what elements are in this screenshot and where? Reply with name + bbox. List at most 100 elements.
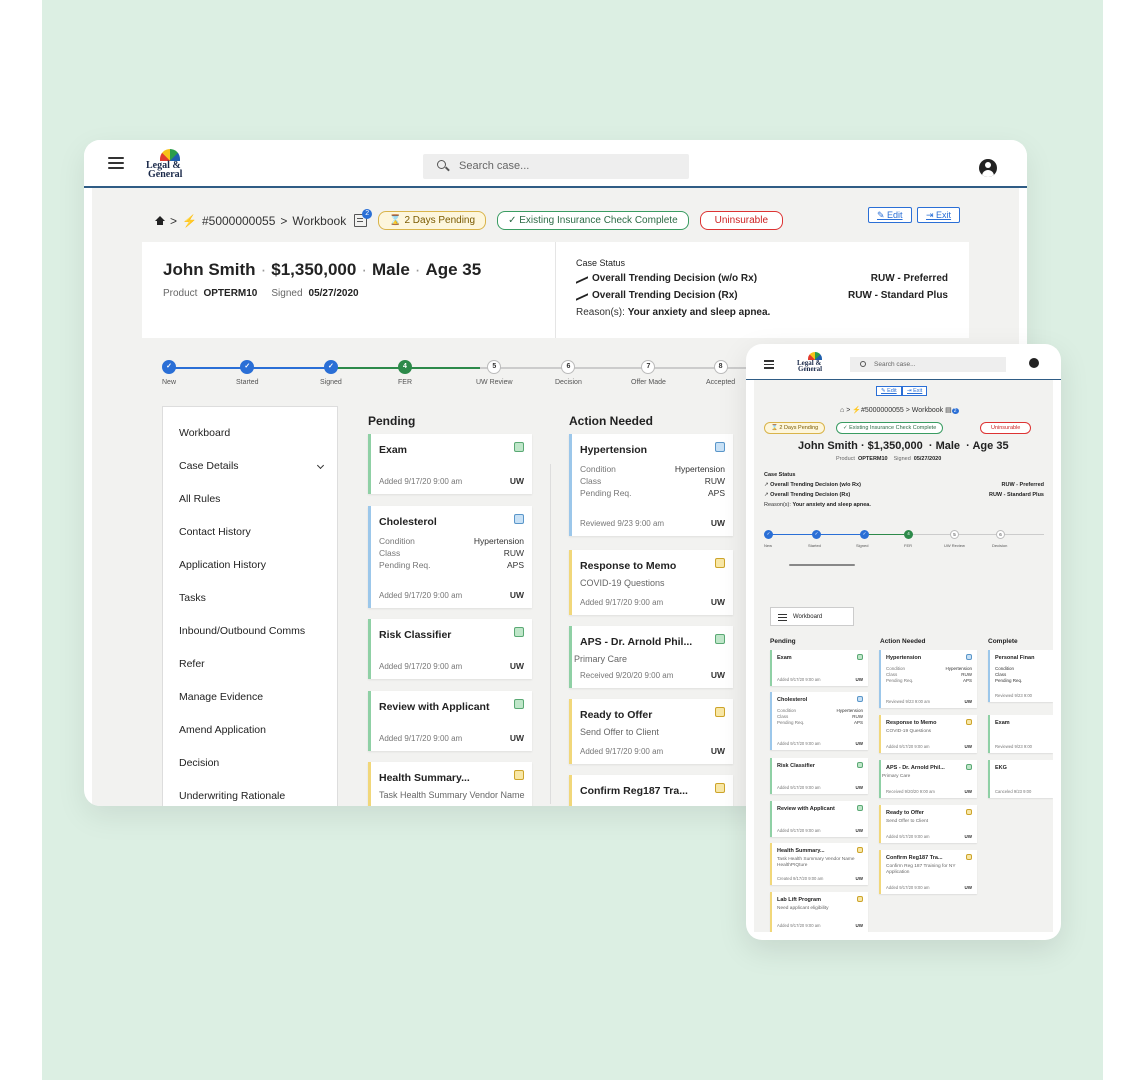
task-card[interactable]: APS - Dr. Arnold Phil... Primary Care Re… (879, 760, 977, 798)
search-input[interactable]: Search case... (850, 357, 1006, 372)
step-offer-made[interactable]: 7 Offer Made (631, 360, 666, 386)
document-icon (514, 442, 524, 452)
search-icon (437, 160, 446, 169)
task-card[interactable]: Response to Memo COVID-19 Questions Adde… (879, 715, 977, 753)
case-status: Case Status Overall Trending Decision (w… (576, 258, 948, 318)
document-icon (966, 764, 972, 770)
task-card[interactable]: Hypertension Condition Hypertension Class… (569, 434, 733, 536)
task-card[interactable]: Cholesterol Condition Hypertension Class R… (368, 506, 532, 608)
complete-column-title: Complete (988, 638, 1018, 645)
breadcrumb-page: Workbook (292, 213, 347, 228)
decision-wo-rx-row: ↗ Overall Trending Decision (w/o Rx) RUW … (764, 482, 1044, 488)
trending-icon (576, 288, 588, 301)
exit-button[interactable]: ⇥ Exit (917, 207, 961, 223)
decision-wo-rx-row: Overall Trending Decision (w/o Rx) RUW - … (576, 271, 948, 284)
sidebar-item-case-details[interactable]: Case Details (163, 450, 337, 483)
decision-rx-row: Overall Trending Decision (Rx) RUW - Stan… (576, 288, 948, 301)
notification-badge: 2 (362, 209, 373, 219)
account-icon[interactable] (979, 159, 997, 177)
document-icon (715, 783, 725, 793)
edit-button[interactable]: ✎ Edit (876, 386, 902, 396)
sidebar-item-tasks[interactable]: Tasks (163, 582, 337, 615)
gavel-icon (514, 514, 524, 524)
step-new[interactable]: ✓ (764, 530, 773, 539)
documents-icon[interactable]: 2 (354, 209, 373, 227)
edit-button[interactable]: ✎ Edit (868, 207, 912, 223)
exit-button[interactable]: ⇥ Exit (902, 386, 928, 396)
gavel-icon (857, 696, 863, 702)
task-card[interactable]: Ready to Offer Send Offer to Client Adde… (879, 805, 977, 843)
task-card[interactable]: Confirm Reg187 Tra... Confirm Reg 187 Tr… (879, 850, 977, 894)
task-card[interactable]: Personal Finan Condition Class Pending R… (988, 650, 1053, 702)
step-new[interactable]: ✓ New (162, 360, 176, 386)
documents-icon[interactable]: ▤ (945, 407, 952, 414)
task-card[interactable]: Confirm Reg187 Tra... (569, 775, 733, 806)
step-connector (904, 534, 1044, 536)
task-card[interactable]: Response to Memo COVID-19 Questions Adde… (569, 550, 733, 615)
chevron-down-icon (316, 461, 325, 470)
document-icon (966, 719, 972, 725)
step-started[interactable]: ✓ (812, 530, 821, 539)
task-card[interactable]: Review with Applicant Added 9/17/20 9:00… (368, 691, 532, 751)
task-card[interactable]: Hypertension Condition Hypertension Class… (879, 650, 977, 708)
insurance-check-chip: ✓ Existing Insurance Check Complete (497, 211, 689, 230)
task-card[interactable]: Exam Added 9/17/20 9:00 am UW (770, 650, 868, 686)
task-card[interactable]: Ready to Offer Send Offer to Client Adde… (569, 699, 733, 764)
step-signed[interactable]: ✓ (860, 530, 869, 539)
uninsurable-chip[interactable]: Uninsurable (980, 422, 1032, 434)
uninsurable-chip[interactable]: Uninsurable (699, 211, 784, 230)
sidebar-item-comms[interactable]: Inbound/Outbound Comms (163, 615, 337, 648)
sidebar-item-amend-application[interactable]: Amend Application (163, 714, 337, 747)
menu-icon[interactable] (108, 157, 124, 169)
menu-icon[interactable] (764, 360, 774, 369)
sidebar-item-contact-history[interactable]: Contact History (163, 516, 337, 549)
case-headline: John Smith · $1,350,000 · Male · Age 35 (798, 440, 1009, 452)
breadcrumb: > ⚡ #5000000055 > Workbook 2 ⌛ 2 Days Pe… (155, 209, 784, 230)
task-card[interactable]: Exam Reviewed 9/23 9:00 (988, 715, 1053, 753)
step-accepted[interactable]: 8 Accepted (706, 360, 735, 386)
task-card[interactable]: Health Summary... Task Health Summary Ve… (770, 843, 868, 885)
account-icon[interactable] (1029, 358, 1039, 368)
document-icon (857, 847, 863, 853)
task-card[interactable]: Health Summary... Task Health Summary Ve… (368, 762, 532, 806)
stepper-scrollbar[interactable] (789, 564, 855, 566)
task-card[interactable]: APS - Dr. Arnold Phil... Primary Care Re… (569, 626, 733, 688)
document-icon (715, 634, 725, 644)
document-icon (514, 699, 524, 709)
step-started[interactable]: ✓ Started (236, 360, 259, 386)
step-signed[interactable]: ✓ Signed (320, 360, 342, 386)
brand-logo[interactable]: Legal & General (144, 149, 184, 181)
task-card[interactable]: Exam Added 9/17/20 9:00 am UW (368, 434, 532, 494)
task-card[interactable]: Risk Classifier Added 9/17/20 9:00 am UW (368, 619, 532, 679)
sidebar-item-workboard[interactable]: Workboard (163, 417, 337, 450)
sidebar-item-application-history[interactable]: Application History (163, 549, 337, 582)
home-icon[interactable]: ⌂ (840, 407, 844, 414)
workboard-dropdown[interactable]: Workboard (770, 607, 854, 626)
step-fer[interactable]: 4 (904, 530, 913, 539)
breadcrumb-case-id[interactable]: #5000000055 (202, 214, 275, 228)
step-decision[interactable]: 6 (996, 530, 1005, 539)
task-card[interactable]: EKG Canceled 9/23 9:00 (988, 760, 1053, 798)
sidebar-item-manage-evidence[interactable]: Manage Evidence (163, 681, 337, 714)
home-icon[interactable] (155, 216, 165, 225)
task-card[interactable]: Lab Lift Program Need applicant eligibil… (770, 892, 868, 932)
step-fer[interactable]: 4 FER (398, 360, 412, 386)
breadcrumb: ⌂ > ⚡#5000000055 > Workbook ▤ 2 (840, 407, 959, 414)
column-divider (550, 464, 551, 804)
search-input[interactable]: Search case... (423, 154, 689, 179)
sidebar-item-all-rules[interactable]: All Rules (163, 483, 337, 516)
pending-chip: ⌛ 2 Days Pending (378, 211, 487, 230)
brand-logo[interactable]: Legal & General (796, 352, 826, 374)
task-card[interactable]: Risk Classifier Added 9/17/20 9:00 am UW (770, 758, 868, 794)
gavel-icon (966, 654, 972, 660)
action-column-title: Action Needed (569, 414, 654, 428)
sidebar-nav: Workboard Case Details All Rules Contact… (162, 406, 338, 806)
task-card[interactable]: Review with Applicant Added 9/17/20 9:00… (770, 801, 868, 837)
step-uw-review[interactable]: 5 UW Review (476, 360, 513, 386)
sidebar-item-decision[interactable]: Decision (163, 747, 337, 780)
sidebar-item-uw-rationale[interactable]: Underwriting Rationale (163, 780, 337, 806)
step-decision[interactable]: 6 Decision (555, 360, 582, 386)
task-card[interactable]: Cholesterol Condition Hypertension Class R… (770, 692, 868, 750)
step-uw-review[interactable]: 5 (950, 530, 959, 539)
sidebar-item-refer[interactable]: Refer (163, 648, 337, 681)
